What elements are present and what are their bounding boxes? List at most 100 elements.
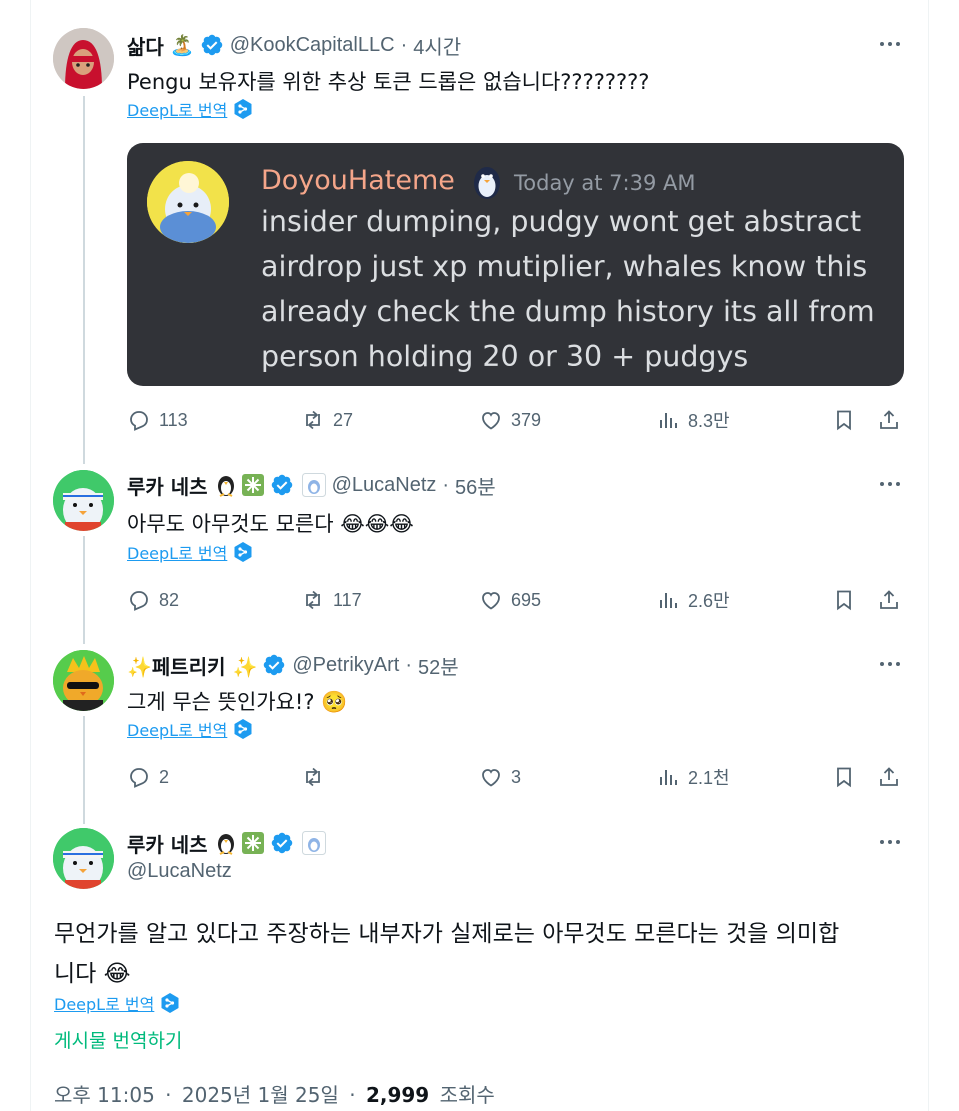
repost-count: 117: [333, 589, 362, 610]
embed-username: DoyouHateme: [261, 165, 455, 196]
like-count: 379: [511, 409, 542, 430]
post-date[interactable]: 2025년 1월 25일: [182, 1083, 339, 1107]
repost-button[interactable]: [301, 762, 333, 792]
embedded-image[interactable]: DoyouHateme Today at 7:39 AM insider dum…: [127, 143, 904, 386]
avatar[interactable]: [53, 470, 114, 531]
share-icon: [880, 767, 898, 786]
affiliate-badge-icon[interactable]: [301, 473, 326, 497]
embed-timestamp: Today at 7:39 AM: [514, 171, 696, 195]
reply-button[interactable]: 2: [127, 762, 169, 792]
deepl-icon: [233, 98, 253, 120]
user-handle[interactable]: @PetrikyArt: [292, 654, 399, 677]
separator-dot: ·: [405, 653, 413, 676]
deepl-icon: [160, 992, 180, 1014]
post-text: 그게 무슨 뜻인가요!? 🥺: [127, 690, 348, 714]
deepl-label: DeepL로 번역: [127, 101, 228, 120]
post-time[interactable]: 52분: [418, 651, 459, 680]
post-lucanetz[interactable]: 루카 네츠 @LucaNetz · 56분 아무도 아무것도 모른다 😂😂😂 D…: [0, 460, 959, 640]
like-icon: [482, 412, 500, 430]
more-icon[interactable]: [876, 474, 904, 494]
display-name[interactable]: 루카 네츠: [127, 471, 208, 500]
post-time[interactable]: 오후 11:05: [54, 1083, 155, 1107]
post-text: 아무도 아무것도 모른다 😂😂😂: [127, 512, 414, 536]
user-handle[interactable]: @LucaNetz: [127, 860, 232, 883]
post-kookcapital[interactable]: 삶다 🏝️ @KookCapitalLLC · 4시간 Pengu 보유자를 위…: [0, 0, 959, 460]
deepl-translate-link[interactable]: DeepL로 번역: [127, 541, 253, 563]
share-button[interactable]: [877, 405, 901, 435]
avatar[interactable]: [53, 828, 114, 889]
views-label: 조회수: [439, 1083, 495, 1107]
verified-icon: [262, 653, 286, 677]
reply-count: 82: [159, 589, 180, 610]
penguin-icon: [214, 830, 238, 856]
like-icon: [482, 592, 500, 610]
bookmark-button[interactable]: [832, 762, 856, 792]
post-header: 루카 네츠 @LucaNetz · 56분: [127, 470, 496, 500]
repost-icon: [306, 410, 320, 430]
repost-button[interactable]: 117: [301, 585, 362, 615]
sparkle-box-icon: [241, 831, 265, 855]
views-icon: [660, 413, 677, 428]
deepl-icon: [233, 718, 253, 740]
display-name[interactable]: ✨페트리키 ✨: [127, 651, 257, 680]
reply-icon: [130, 768, 148, 788]
repost-button[interactable]: 27: [301, 405, 353, 435]
views-count: 2.1천: [688, 768, 730, 788]
like-button[interactable]: 379: [479, 405, 541, 435]
separator-dot: ·: [400, 33, 408, 56]
like-icon: [482, 769, 500, 787]
display-name[interactable]: 루카 네츠: [127, 829, 208, 858]
avatar[interactable]: [53, 28, 114, 89]
reply-count: 2: [159, 766, 170, 787]
embed-text-line: airdrop just xp mutiplier, whales know t…: [261, 250, 868, 283]
post-time[interactable]: 4시간: [413, 31, 461, 60]
reply-button[interactable]: 82: [127, 585, 179, 615]
affiliate-badge-icon[interactable]: [301, 831, 326, 855]
views-count: 2.6만: [688, 591, 730, 611]
action-bar: 2 3 2.1천: [127, 762, 907, 792]
bookmark-button[interactable]: [832, 405, 856, 435]
user-handle[interactable]: @LucaNetz: [332, 474, 437, 497]
embed-text-line: person holding 20 or 30 + pudgys: [261, 340, 749, 373]
verified-icon: [270, 831, 294, 855]
penguin-icon: [214, 472, 238, 498]
post-time[interactable]: 56분: [455, 471, 496, 500]
bookmark-button[interactable]: [832, 585, 856, 615]
views-button[interactable]: 2.6만: [656, 585, 730, 615]
deepl-translate-link[interactable]: DeepL로 번역: [54, 992, 180, 1014]
action-bar: 82 117 695 2.6만: [127, 585, 907, 615]
views-count: 2,999: [365, 1083, 430, 1107]
views-button[interactable]: 8.3만: [656, 405, 730, 435]
share-icon: [880, 410, 898, 429]
translate-post-link[interactable]: 게시물 번역하기: [54, 1026, 182, 1053]
views-button[interactable]: 2.1천: [656, 762, 730, 792]
post-petrikyart[interactable]: ✨페트리키 ✨ @PetrikyArt · 52분 그게 무슨 뜻인가요!? 🥺…: [0, 640, 959, 820]
island-emoji: 🏝️: [169, 34, 195, 57]
post-header: ✨페트리키 ✨ @PetrikyArt · 52분: [127, 650, 459, 680]
like-button[interactable]: 3: [479, 762, 521, 792]
share-icon: [880, 590, 898, 609]
reply-icon: [130, 411, 148, 431]
share-button[interactable]: [877, 762, 901, 792]
like-button[interactable]: 695: [479, 585, 541, 615]
deepl-translate-link[interactable]: DeepL로 번역: [127, 98, 253, 120]
post-meta: 오후 11:05 · 2025년 1월 25일 · 2,999 조회수: [54, 1079, 495, 1108]
separator-dot: ·: [349, 1083, 356, 1107]
embed-text-line: already check the dump history its all f…: [261, 295, 875, 328]
deepl-label: DeepL로 번역: [127, 544, 228, 563]
user-handle[interactable]: @KookCapitalLLC: [230, 34, 395, 57]
more-icon[interactable]: [876, 832, 904, 852]
bookmark-icon: [837, 590, 851, 611]
more-icon[interactable]: [876, 654, 904, 674]
views-icon: [660, 593, 677, 608]
share-button[interactable]: [877, 585, 901, 615]
bookmark-icon: [837, 410, 851, 431]
embed-text-line: insider dumping, pudgy wont get abstract: [261, 205, 862, 238]
repost-icon: [306, 590, 320, 610]
deepl-translate-link[interactable]: DeepL로 번역: [127, 718, 253, 740]
avatar[interactable]: [53, 650, 114, 711]
display-name[interactable]: 삶다: [127, 31, 164, 60]
reply-button[interactable]: 113: [127, 405, 188, 435]
more-icon[interactable]: [876, 34, 904, 54]
views-count: 8.3만: [688, 411, 730, 431]
